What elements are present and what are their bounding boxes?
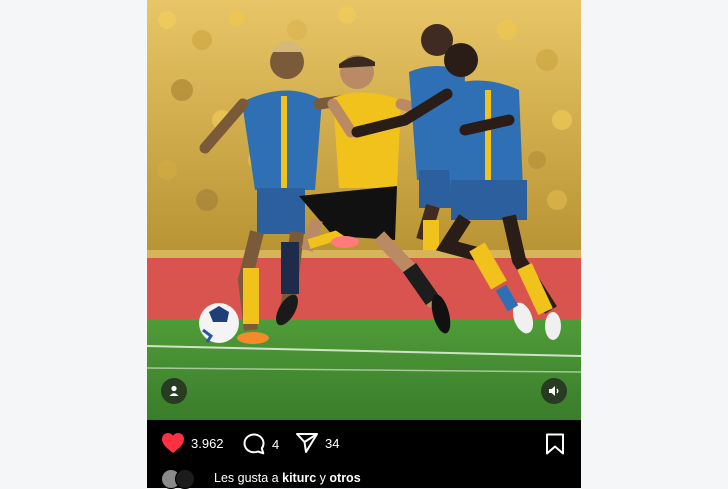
share-action: 34 [295,432,339,454]
user-icon [169,385,179,396]
comment-action: 4 [242,432,279,456]
heart-icon[interactable] [161,432,185,454]
bookmark-icon [546,433,564,455]
likes-joiner: y [319,471,326,485]
likes-prefix: Les gusta a [214,471,279,485]
send-icon[interactable] [295,432,319,454]
avatar [175,469,195,489]
comment-bubble-icon[interactable] [242,432,266,456]
comments-count[interactable]: 4 [272,437,279,452]
liker-avatars[interactable] [161,469,199,489]
likes-summary: Les gusta a kiturc y otros [147,466,581,489]
liker-username-link[interactable]: kiturc [282,471,316,485]
soccer-photo [147,0,581,420]
post-photo[interactable] [147,0,581,420]
speaker-icon [549,386,559,396]
soccer-ball [199,303,239,343]
likes-count[interactable]: 3.962 [191,436,224,451]
like-action: 3.962 [161,432,224,454]
audio-toggle-button[interactable] [541,378,567,404]
post-action-bar: 3.962 4 34 [147,420,581,470]
shares-count[interactable]: 34 [325,436,339,451]
save-button[interactable] [545,433,565,460]
instagram-post: 3.962 4 34 Les gusta a kiturc y otros [147,0,581,489]
likes-text: Les gusta a kiturc y otros [214,471,361,485]
tagged-users-button[interactable] [161,378,187,404]
likes-others-link[interactable]: otros [329,471,360,485]
